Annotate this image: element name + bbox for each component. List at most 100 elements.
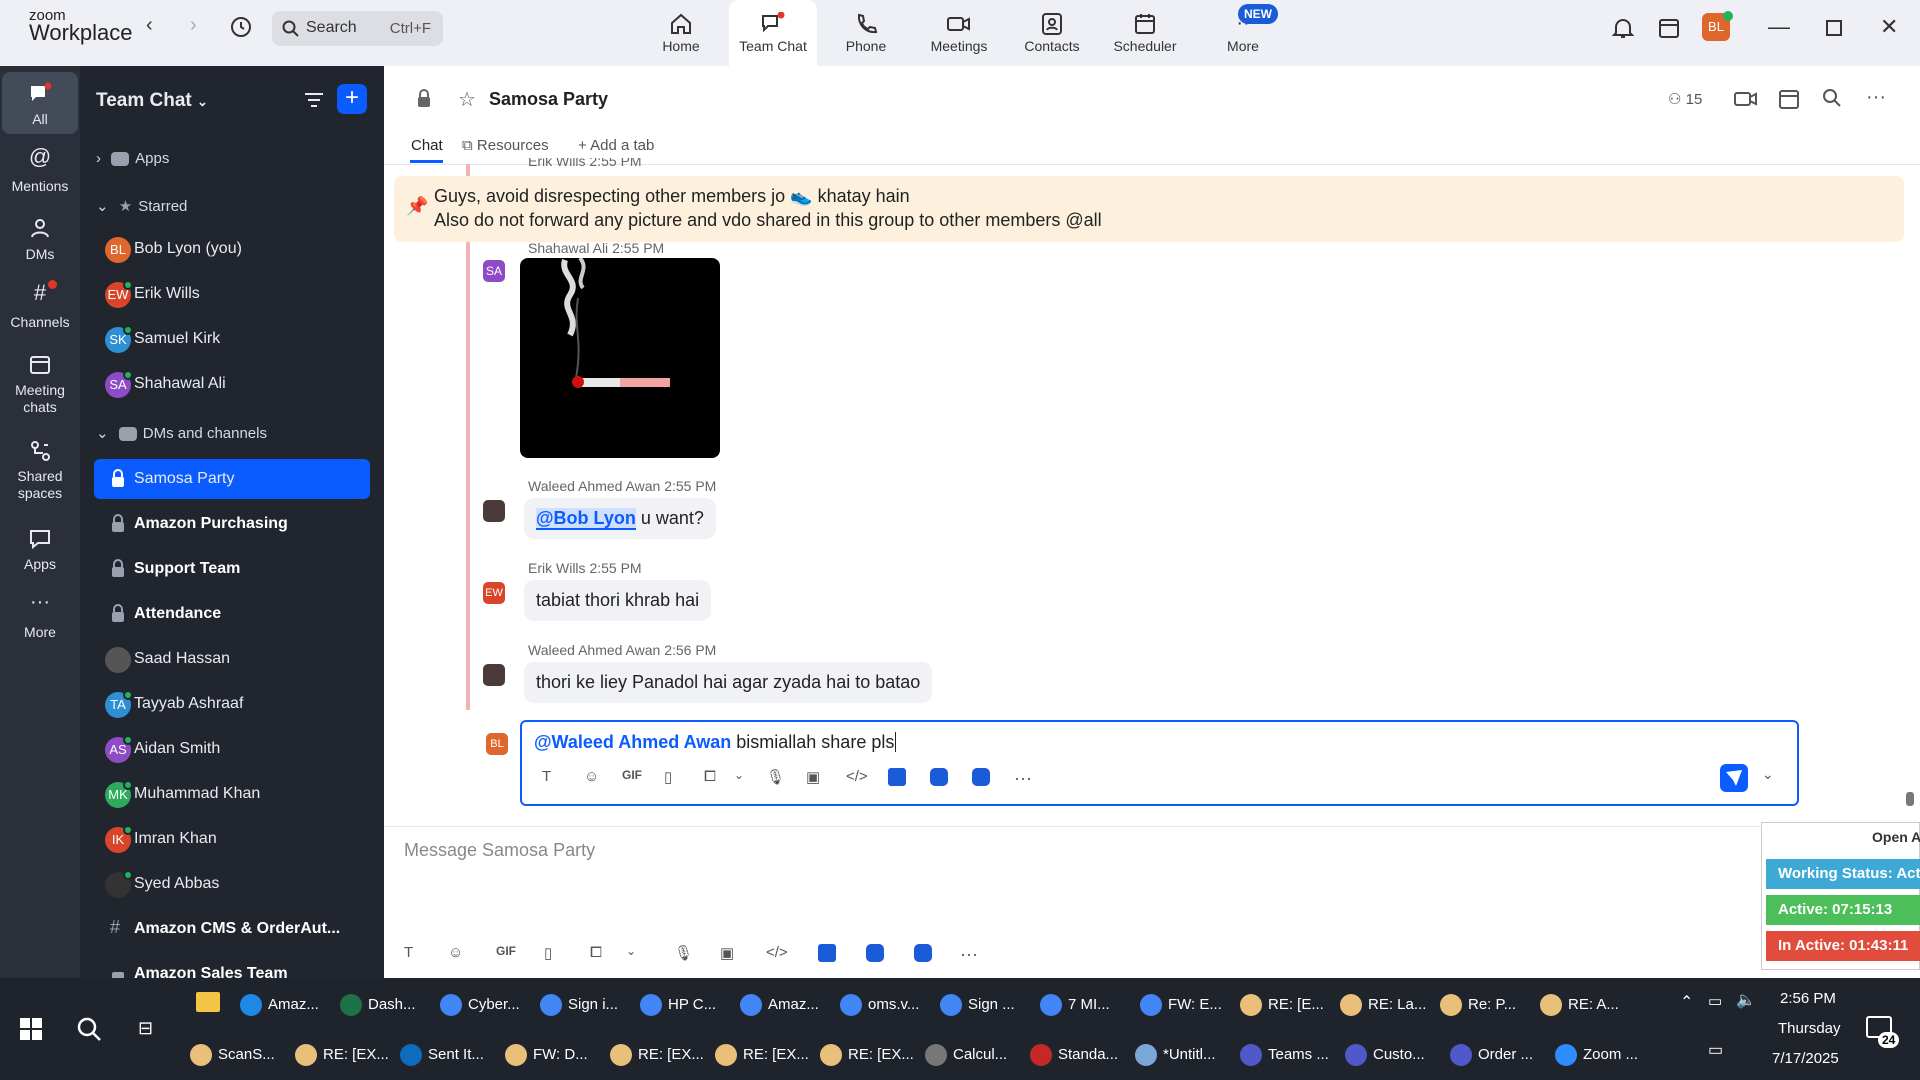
search-icon[interactable] bbox=[1822, 88, 1842, 113]
tab-scheduler[interactable]: Scheduler bbox=[1101, 0, 1189, 66]
taskbar-app[interactable]: RE: [EX... bbox=[610, 1044, 704, 1066]
gif-icon[interactable]: GIF bbox=[622, 768, 642, 782]
chevron-up-icon[interactable]: ⌃ bbox=[1680, 992, 1693, 1012]
chevron-down-icon[interactable]: ⌄ bbox=[734, 768, 744, 782]
new-chat-button[interactable]: + bbox=[337, 84, 367, 114]
message-bubble[interactable]: @Bob Lyon u want? bbox=[524, 498, 716, 539]
video-call-icon[interactable] bbox=[1734, 90, 1758, 113]
taskbar-app[interactable]: Amaz... bbox=[240, 994, 319, 1016]
star-icon[interactable]: ☆ bbox=[458, 87, 476, 112]
rail-channels[interactable]: # Channels bbox=[2, 282, 78, 331]
code-icon[interactable]: </> bbox=[846, 768, 868, 785]
taskbar-app[interactable]: Cyber... bbox=[440, 994, 520, 1016]
tab-add[interactable]: + Add a tab bbox=[578, 137, 654, 154]
scrollbar-thumb[interactable] bbox=[1906, 792, 1914, 806]
app-icon[interactable] bbox=[888, 768, 906, 786]
tab-meetings[interactable]: Meetings bbox=[915, 0, 1003, 66]
sidebar-item-attendance[interactable]: Attendance bbox=[94, 594, 370, 634]
screenshot-icon[interactable]: ⧠ bbox=[590, 944, 602, 961]
sidebar-item-aidan-smith[interactable]: AS Aidan Smith bbox=[94, 729, 370, 769]
taskbar-app[interactable]: oms.v... bbox=[840, 994, 919, 1016]
calendar-status-icon[interactable] bbox=[1658, 16, 1680, 45]
sidebar-item-bob-lyon[interactable]: BL Bob Lyon (you) bbox=[94, 229, 370, 269]
rail-apps[interactable]: Apps bbox=[2, 526, 78, 573]
rail-meeting-chats[interactable]: Meeting chats bbox=[2, 352, 78, 416]
taskbar-app[interactable]: Re: P... bbox=[1440, 994, 1516, 1016]
calendar-icon[interactable] bbox=[1778, 88, 1800, 115]
volume-icon[interactable]: 🔈 bbox=[1736, 990, 1756, 1010]
taskbar-app[interactable]: Standa... bbox=[1030, 1044, 1118, 1066]
mention[interactable]: @Bob Lyon bbox=[536, 508, 636, 530]
battery-icon[interactable]: ▭ bbox=[1708, 992, 1722, 1010]
search-icon[interactable] bbox=[76, 1016, 102, 1047]
app-icon[interactable] bbox=[972, 768, 990, 786]
tab-chat[interactable]: Chat bbox=[411, 137, 443, 154]
reply-input[interactable]: @Waleed Ahmed Awan bismiallah share pls … bbox=[520, 720, 1799, 806]
message-bubble[interactable]: thori ke liey Panadol hai agar zyada hai… bbox=[524, 662, 933, 703]
file-icon[interactable]: ▯ bbox=[544, 944, 552, 962]
video-message-icon[interactable]: ▣ bbox=[806, 768, 820, 786]
section-starred[interactable]: ⌄ ★ Starred bbox=[96, 197, 187, 215]
taskbar-app[interactable]: Custo... bbox=[1345, 1044, 1425, 1066]
taskbar-app[interactable]: Sign i... bbox=[540, 994, 618, 1016]
microphone-icon[interactable]: 🎙 bbox=[766, 768, 785, 786]
sidebar-item-shahawal-ali[interactable]: SA Shahawal Ali bbox=[94, 364, 370, 404]
emoji-icon[interactable]: ☺ bbox=[448, 944, 463, 961]
filter-icon[interactable] bbox=[303, 90, 325, 115]
taskbar-app[interactable]: Calcul... bbox=[925, 1044, 1007, 1066]
history-icon[interactable] bbox=[229, 15, 253, 44]
tab-contacts[interactable]: Contacts bbox=[1008, 0, 1096, 66]
minimize-icon[interactable]: — bbox=[1768, 14, 1790, 40]
taskbar-app[interactable]: RE: [EX... bbox=[295, 1044, 389, 1066]
sidebar-item-syed-abbas[interactable]: Syed Abbas bbox=[94, 864, 370, 904]
tab-phone[interactable]: Phone bbox=[822, 0, 910, 66]
taskbar-app[interactable]: Dash... bbox=[340, 994, 416, 1016]
format-text-icon[interactable]: T bbox=[542, 768, 551, 785]
sidebar-item-saad-hassan[interactable]: Saad Hassan bbox=[94, 639, 370, 679]
section-dms-channels[interactable]: ⌄ DMs and channels bbox=[96, 424, 267, 442]
network-icon[interactable]: ▭ bbox=[1708, 1040, 1723, 1060]
members-button[interactable]: ⚇ 15 bbox=[1668, 90, 1702, 108]
chevron-down-icon[interactable]: ⌄ bbox=[1762, 766, 1774, 783]
app-icon[interactable] bbox=[930, 768, 948, 786]
taskbar-app[interactable]: ScanS... bbox=[190, 1044, 275, 1066]
rail-dms[interactable]: DMs bbox=[2, 216, 78, 263]
channel-title[interactable]: Samosa Party bbox=[489, 89, 608, 110]
sidebar-item-tayyab-ashraaf[interactable]: TA Tayyab Ashraaf bbox=[94, 684, 370, 724]
taskbar-app[interactable]: Sign ... bbox=[940, 994, 1015, 1016]
taskbar-app[interactable]: Order ... bbox=[1450, 1044, 1533, 1066]
gif-icon[interactable]: GIF bbox=[496, 944, 516, 958]
forward-arrow-icon[interactable]: › bbox=[190, 14, 197, 37]
taskbar-app[interactable]: Teams ... bbox=[1240, 1044, 1329, 1066]
tab-home[interactable]: Home bbox=[637, 0, 725, 66]
sidebar-title[interactable]: Team Chat ⌄ bbox=[96, 90, 208, 112]
tab-resources[interactable]: ⧉ Resources bbox=[462, 137, 549, 154]
code-icon[interactable]: </> bbox=[766, 944, 788, 961]
taskbar-app[interactable]: RE: [EX... bbox=[715, 1044, 809, 1066]
taskbar-app[interactable]: 7 MI... bbox=[1040, 994, 1110, 1016]
chevron-down-icon[interactable]: ⌄ bbox=[626, 944, 636, 958]
app-icon[interactable] bbox=[818, 944, 836, 962]
windows-start-icon[interactable] bbox=[20, 1018, 42, 1045]
app-icon[interactable] bbox=[914, 944, 932, 962]
section-apps[interactable]: › Apps bbox=[96, 150, 169, 167]
more-options-icon[interactable]: ··· bbox=[960, 944, 978, 965]
clock-time[interactable]: 2:56 PM bbox=[1780, 990, 1836, 1007]
search-input[interactable]: Search Ctrl+F bbox=[272, 11, 443, 46]
taskbar-app[interactable]: RE: [EX... bbox=[820, 1044, 914, 1066]
taskbar-app[interactable]: Zoom ... bbox=[1555, 1044, 1638, 1066]
close-icon[interactable]: ✕ bbox=[1880, 14, 1898, 40]
sidebar-item-amazon-cms[interactable]: # Amazon CMS & OrderAut... bbox=[94, 909, 370, 949]
restore-icon[interactable] bbox=[1826, 20, 1842, 36]
taskbar-app[interactable]: Amaz... bbox=[740, 994, 819, 1016]
taskbar-app[interactable]: FW: E... bbox=[1140, 994, 1222, 1016]
rail-shared-spaces[interactable]: Shared spaces bbox=[2, 438, 78, 502]
rail-all[interactable]: All bbox=[2, 72, 78, 134]
message-bubble[interactable]: tabiat thori khrab hai bbox=[524, 580, 712, 621]
sidebar-item-amazon-sales-team[interactable]: Amazon Sales Team bbox=[94, 954, 370, 978]
rail-more[interactable]: ··· More bbox=[2, 592, 78, 641]
app-icon[interactable] bbox=[866, 944, 884, 962]
shared-image[interactable] bbox=[520, 258, 720, 458]
message-input[interactable]: Message Samosa Party bbox=[404, 840, 595, 861]
format-text-icon[interactable]: T bbox=[404, 944, 413, 961]
